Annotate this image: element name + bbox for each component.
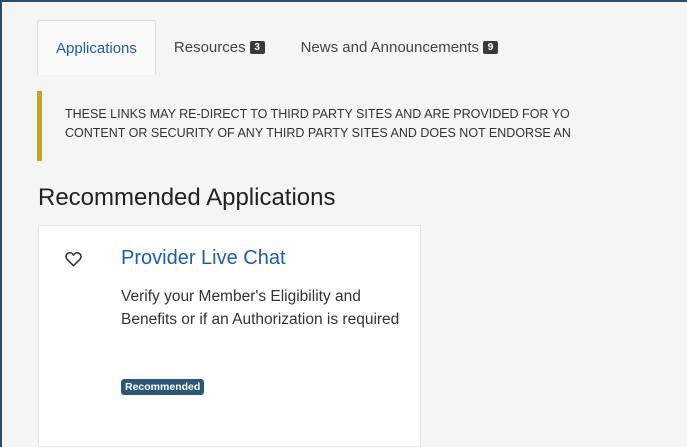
- app-card: Provider Live Chat Verify your Member's …: [38, 225, 421, 447]
- app-description: Verify your Member's Eligibility and Ben…: [121, 288, 400, 328]
- tab-applications-label: Applications: [56, 39, 137, 57]
- tab-applications[interactable]: Applications: [37, 20, 156, 75]
- recommended-badge: Recommended: [121, 379, 205, 395]
- tab-bar: Applications Resources 3 News and Announ…: [37, 20, 687, 75]
- heart-outline-icon[interactable]: [65, 251, 82, 267]
- tab-resources-label: Resources: [173, 39, 246, 56]
- resources-count-badge: 3: [249, 41, 265, 54]
- tab-news-label: News and Announcements: [300, 39, 480, 56]
- section-title: Recommended Applications: [38, 184, 336, 211]
- tab-resources[interactable]: Resources 3: [156, 20, 283, 75]
- news-count-badge: 9: [483, 41, 499, 54]
- tab-news-and-announcements[interactable]: News and Announcements 9: [283, 20, 516, 75]
- alert-line-2: CONTENT OR SECURITY OF ANY THIRD PARTY S…: [65, 126, 571, 140]
- third-party-disclaimer-alert: THESE LINKS MAY RE-DIRECT TO THIRD PARTY…: [37, 91, 687, 161]
- app-title-link[interactable]: Provider Live Chat: [121, 247, 286, 270]
- alert-line-1: THESE LINKS MAY RE-DIRECT TO THIRD PARTY…: [65, 107, 570, 121]
